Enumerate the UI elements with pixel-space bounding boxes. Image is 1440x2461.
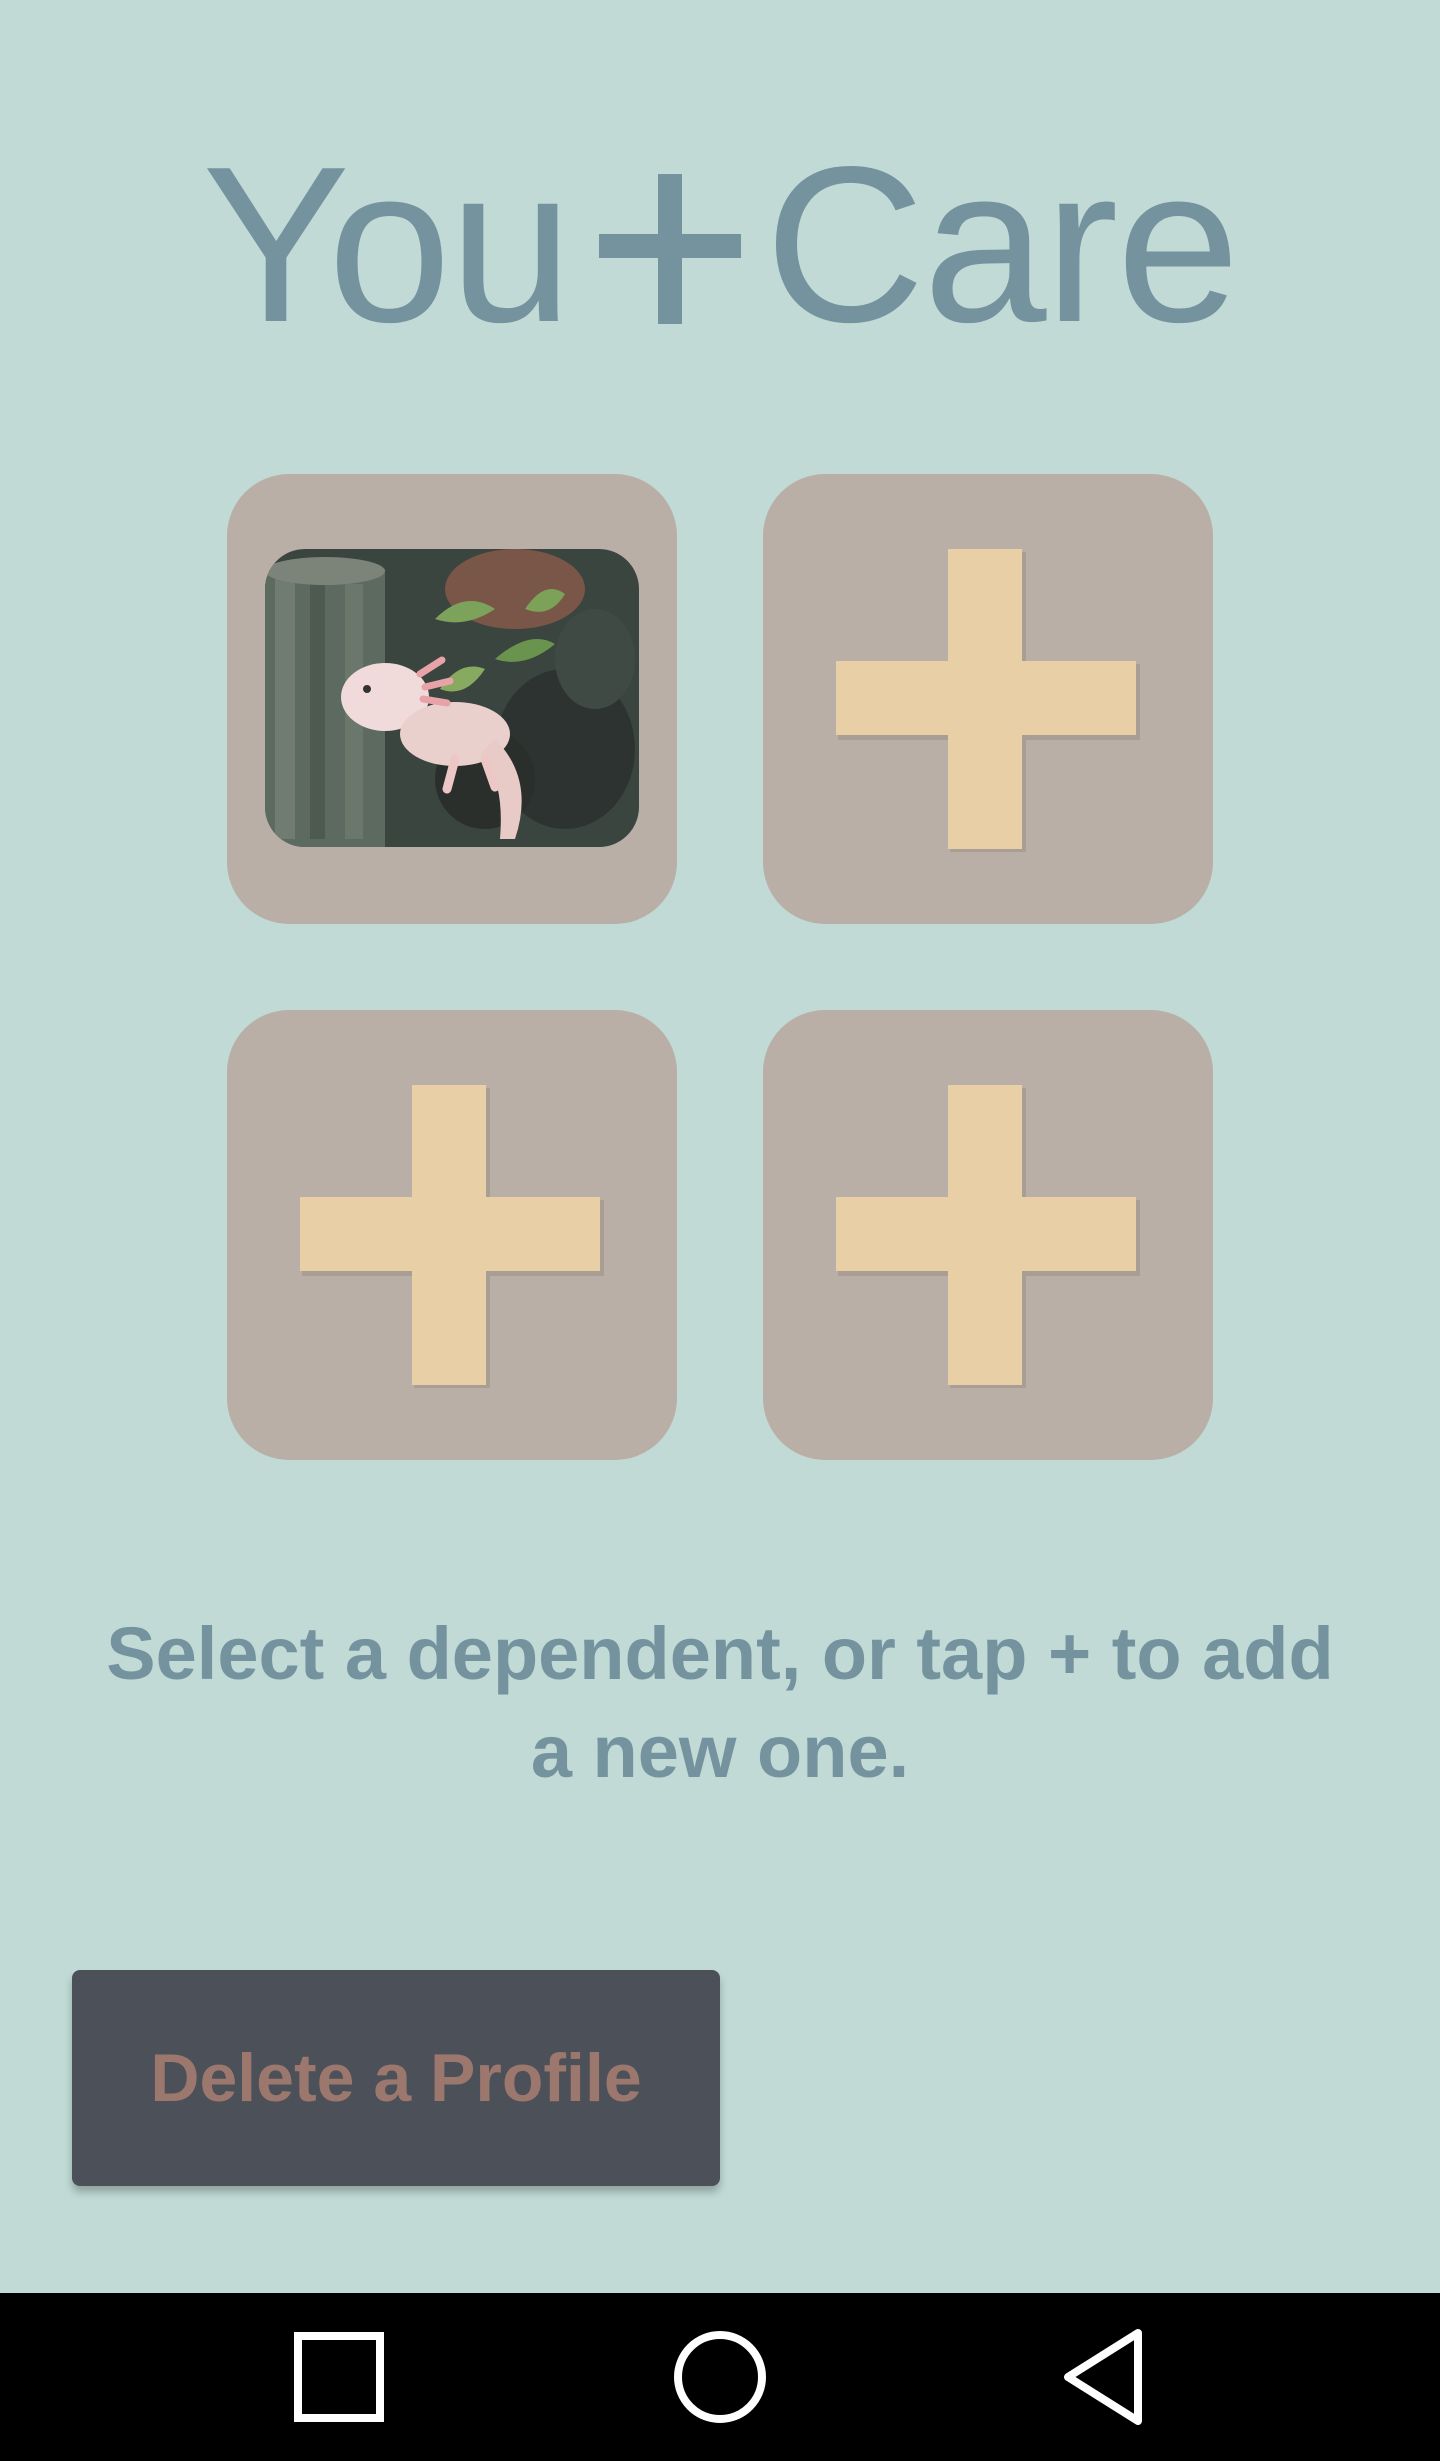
add-profile-tile-2[interactable] [763, 474, 1213, 924]
app-title-you: You [202, 121, 573, 369]
home-button[interactable] [620, 2293, 820, 2461]
add-profile-tile-4[interactable] [763, 1010, 1213, 1460]
app-title: You Care [0, 130, 1440, 360]
screen: You Care Select a dependent, or tap + to… [0, 0, 1440, 2461]
app-title-care: Care [764, 121, 1240, 369]
square-icon [294, 2332, 384, 2422]
profile-tile-1[interactable] [227, 474, 677, 924]
title-plus-icon [598, 174, 741, 324]
plus-icon [763, 1010, 1213, 1460]
circle-icon [674, 2331, 766, 2423]
axolotl-photo [265, 549, 639, 847]
add-profile-tile-3[interactable] [227, 1010, 677, 1460]
delete-profile-button[interactable]: Delete a Profile [72, 1970, 720, 2186]
recents-button[interactable] [239, 2293, 439, 2461]
plus-icon [763, 474, 1213, 924]
triangle-back-icon [1064, 2329, 1142, 2425]
back-button[interactable] [1003, 2293, 1203, 2461]
plus-icon [227, 1010, 677, 1460]
instruction-text: Select a dependent, or tap + to add a ne… [106, 1612, 1334, 1793]
system-nav-bar [0, 2293, 1440, 2461]
